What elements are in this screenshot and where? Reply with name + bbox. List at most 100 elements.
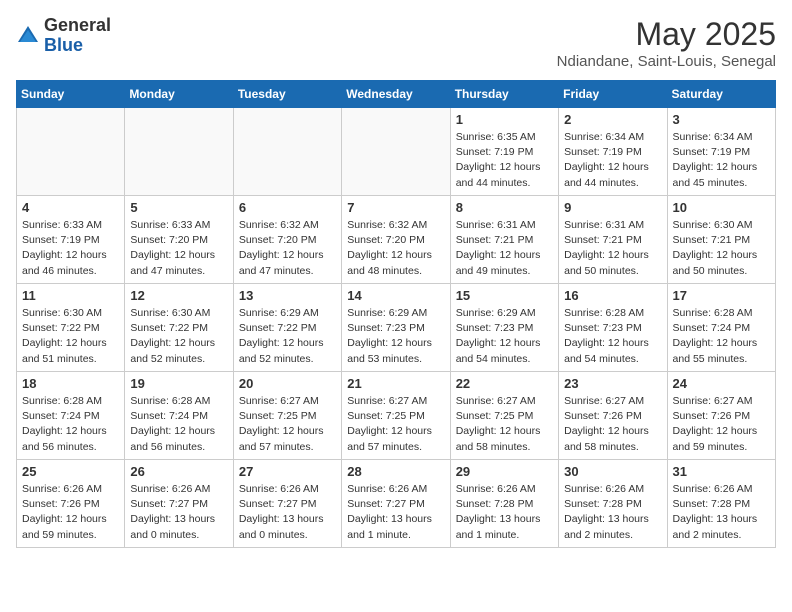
day-cell-4: 1 Sunrise: 6:35 AMSunset: 7:19 PMDaylight… (450, 108, 558, 196)
day-number: 30 (564, 464, 661, 479)
day-number: 3 (673, 112, 770, 127)
day-info: Sunrise: 6:27 AMSunset: 7:25 PMDaylight:… (456, 394, 553, 455)
day-info: Sunrise: 6:29 AMSunset: 7:23 PMDaylight:… (456, 306, 553, 367)
day-cell-20: 17Sunrise: 6:28 AMSunset: 7:24 PMDayligh… (667, 284, 775, 372)
day-cell-13: 10 Sunrise: 6:30 AMSunset: 7:21 PMDayligh… (667, 196, 775, 284)
day-cell-26: 23Sunrise: 6:27 AMSunset: 7:26 PMDayligh… (559, 372, 667, 460)
day-cell-14: 11Sunrise: 6:30 AMSunset: 7:22 PMDayligh… (17, 284, 125, 372)
calendar-table: Sunday Monday Tuesday Wednesday Thursday… (16, 80, 776, 548)
day-cell-10: 7 Sunrise: 6:32 AMSunset: 7:20 PMDaylight… (342, 196, 450, 284)
day-info: Sunrise: 6:26 AMSunset: 7:27 PMDaylight:… (347, 482, 444, 543)
day-cell-12: 9 Sunrise: 6:31 AMSunset: 7:21 PMDaylight… (559, 196, 667, 284)
day-info: Sunrise: 6:32 AMSunset: 7:20 PMDaylight:… (347, 218, 444, 279)
day-cell-9: 6 Sunrise: 6:32 AMSunset: 7:20 PMDaylight… (233, 196, 341, 284)
day-number: 27 (239, 464, 336, 479)
day-info: Sunrise: 6:32 AMSunset: 7:20 PMDaylight:… (239, 218, 336, 279)
col-saturday: Saturday (667, 81, 775, 108)
day-info: Sunrise: 6:28 AMSunset: 7:24 PMDaylight:… (673, 306, 770, 367)
day-info: Sunrise: 6:28 AMSunset: 7:24 PMDaylight:… (130, 394, 227, 455)
col-tuesday: Tuesday (233, 81, 341, 108)
day-info: Sunrise: 6:29 AMSunset: 7:23 PMDaylight:… (347, 306, 444, 367)
day-number: 20 (239, 376, 336, 391)
day-info: Sunrise: 6:26 AMSunset: 7:28 PMDaylight:… (673, 482, 770, 543)
week-row-1: 1 Sunrise: 6:35 AMSunset: 7:19 PMDaylight… (17, 108, 776, 196)
day-cell-15: 12 Sunrise: 6:30 AMSunset: 7:22 PMDayligh… (125, 284, 233, 372)
day-number: 15 (456, 288, 553, 303)
col-thursday: Thursday (450, 81, 558, 108)
day-info: Sunrise: 6:26 AMSunset: 7:27 PMDaylight:… (239, 482, 336, 543)
day-number: 13 (239, 288, 336, 303)
day-number: 6 (239, 200, 336, 215)
day-number: 19 (130, 376, 227, 391)
day-number: 8 (456, 200, 553, 215)
day-info: Sunrise: 6:28 AMSunset: 7:23 PMDaylight:… (564, 306, 661, 367)
day-cell-5: 2Sunrise: 6:34 AMSunset: 7:19 PMDaylight… (559, 108, 667, 196)
day-cell-2 (233, 108, 341, 196)
day-info: Sunrise: 6:33 AMSunset: 7:19 PMDaylight:… (22, 218, 119, 279)
day-number: 7 (347, 200, 444, 215)
day-info: Sunrise: 6:26 AMSunset: 7:27 PMDaylight:… (130, 482, 227, 543)
day-number: 25 (22, 464, 119, 479)
day-info: Sunrise: 6:26 AMSunset: 7:26 PMDaylight:… (22, 482, 119, 543)
title-area: May 2025 Ndiandane, Saint-Louis, Senegal (557, 16, 776, 70)
day-number: 22 (456, 376, 553, 391)
day-cell-11: 8Sunrise: 6:31 AMSunset: 7:21 PMDaylight… (450, 196, 558, 284)
day-cell-21: 18 Sunrise: 6:28 AMSunset: 7:24 PMDayligh… (17, 372, 125, 460)
day-cell-19: 16 Sunrise: 6:28 AMSunset: 7:23 PMDayligh… (559, 284, 667, 372)
day-info: Sunrise: 6:27 AMSunset: 7:26 PMDaylight:… (673, 394, 770, 455)
col-monday: Monday (125, 81, 233, 108)
calendar-subtitle: Ndiandane, Saint-Louis, Senegal (557, 53, 776, 70)
day-number: 14 (347, 288, 444, 303)
day-number: 2 (564, 112, 661, 127)
calendar-title: May 2025 (557, 16, 776, 53)
day-number: 16 (564, 288, 661, 303)
day-info: Sunrise: 6:34 AMSunset: 7:19 PMDaylight:… (673, 130, 770, 191)
day-number: 12 (130, 288, 227, 303)
day-cell-3 (342, 108, 450, 196)
day-info: Sunrise: 6:33 AMSunset: 7:20 PMDaylight:… (130, 218, 227, 279)
day-cell-24: 21 Sunrise: 6:27 AMSunset: 7:25 PMDayligh… (342, 372, 450, 460)
day-info: Sunrise: 6:27 AMSunset: 7:26 PMDaylight:… (564, 394, 661, 455)
day-cell-6: 3 Sunrise: 6:34 AMSunset: 7:19 PMDaylight… (667, 108, 775, 196)
day-cell-23: 20Sunrise: 6:27 AMSunset: 7:25 PMDayligh… (233, 372, 341, 460)
logo-text: General Blue (44, 16, 111, 56)
day-number: 28 (347, 464, 444, 479)
day-cell-32: 29 Sunrise: 6:26 AMSunset: 7:28 PMDayligh… (450, 460, 558, 548)
day-cell-22: 19 Sunrise: 6:28 AMSunset: 7:24 PMDayligh… (125, 372, 233, 460)
day-info: Sunrise: 6:26 AMSunset: 7:28 PMDaylight:… (456, 482, 553, 543)
day-info: Sunrise: 6:35 AMSunset: 7:19 PMDaylight:… (456, 130, 553, 191)
day-cell-7: 4Sunrise: 6:33 AMSunset: 7:19 PMDaylight… (17, 196, 125, 284)
day-info: Sunrise: 6:28 AMSunset: 7:24 PMDaylight:… (22, 394, 119, 455)
day-info: Sunrise: 6:31 AMSunset: 7:21 PMDaylight:… (564, 218, 661, 279)
week-row-2: 4Sunrise: 6:33 AMSunset: 7:19 PMDaylight… (17, 196, 776, 284)
day-cell-30: 27 Sunrise: 6:26 AMSunset: 7:27 PMDayligh… (233, 460, 341, 548)
day-number: 1 (456, 112, 553, 127)
day-number: 21 (347, 376, 444, 391)
logo: General Blue (16, 16, 111, 56)
day-cell-31: 28 Sunrise: 6:26 AMSunset: 7:27 PMDayligh… (342, 460, 450, 548)
calendar-header-row: Sunday Monday Tuesday Wednesday Thursday… (17, 81, 776, 108)
day-info: Sunrise: 6:30 AMSunset: 7:22 PMDaylight:… (130, 306, 227, 367)
day-number: 18 (22, 376, 119, 391)
week-row-5: 25 Sunrise: 6:26 AMSunset: 7:26 PMDayligh… (17, 460, 776, 548)
page-header: General Blue May 2025 Ndiandane, Saint-L… (16, 16, 776, 70)
day-cell-29: 26 Sunrise: 6:26 AMSunset: 7:27 PMDayligh… (125, 460, 233, 548)
col-sunday: Sunday (17, 81, 125, 108)
day-info: Sunrise: 6:30 AMSunset: 7:21 PMDaylight:… (673, 218, 770, 279)
day-cell-34: 31Sunrise: 6:26 AMSunset: 7:28 PMDayligh… (667, 460, 775, 548)
day-number: 10 (673, 200, 770, 215)
day-cell-0 (17, 108, 125, 196)
day-number: 9 (564, 200, 661, 215)
day-info: Sunrise: 6:27 AMSunset: 7:25 PMDaylight:… (347, 394, 444, 455)
day-cell-33: 30Sunrise: 6:26 AMSunset: 7:28 PMDayligh… (559, 460, 667, 548)
day-cell-8: 5 Sunrise: 6:33 AMSunset: 7:20 PMDaylight… (125, 196, 233, 284)
col-wednesday: Wednesday (342, 81, 450, 108)
day-number: 5 (130, 200, 227, 215)
logo-general: General (44, 15, 111, 35)
day-cell-28: 25 Sunrise: 6:26 AMSunset: 7:26 PMDayligh… (17, 460, 125, 548)
logo-blue: Blue (44, 35, 83, 55)
day-info: Sunrise: 6:30 AMSunset: 7:22 PMDaylight:… (22, 306, 119, 367)
day-number: 26 (130, 464, 227, 479)
day-number: 29 (456, 464, 553, 479)
day-cell-17: 14 Sunrise: 6:29 AMSunset: 7:23 PMDayligh… (342, 284, 450, 372)
